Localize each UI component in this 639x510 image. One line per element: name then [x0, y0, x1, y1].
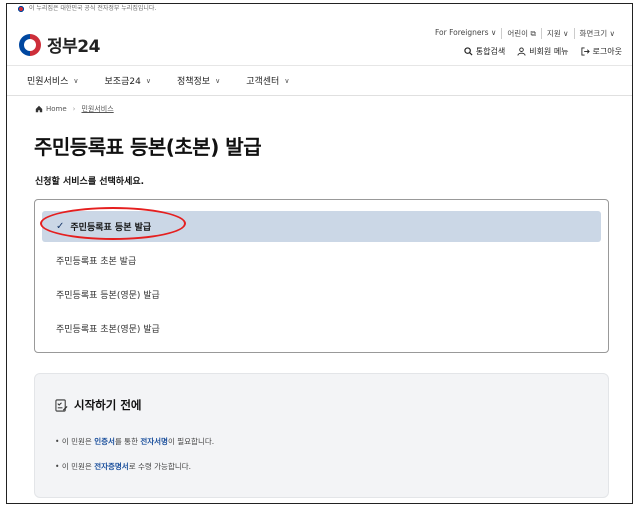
guest-menu-button[interactable]: 비회원 메뉴 — [517, 46, 569, 57]
check-icon: ✓ — [56, 221, 65, 232]
bullet-dot: • — [55, 437, 62, 446]
korea-flag-icon — [17, 5, 25, 12]
option-resident-copy-english[interactable]: 주민등록표 등본(영문) 발급 — [42, 279, 601, 310]
certificate-link[interactable]: 인증서 — [94, 437, 115, 446]
breadcrumb-current[interactable]: 민원서비스 — [81, 104, 113, 114]
bullet-e-certificate: • 이 민원은 전자증명서로 수령 가능합니다. — [55, 462, 192, 471]
e-certificate-link[interactable]: 전자증명서 — [94, 462, 129, 471]
home-icon — [35, 105, 43, 113]
chevron-down-icon: ∨ — [284, 76, 290, 85]
checklist-icon — [55, 398, 68, 412]
breadcrumb-home[interactable]: Home — [46, 105, 67, 113]
bullet-certificate: • 이 민원은 인증서를 통한 전자서명이 필요합니다. — [55, 437, 215, 446]
option-label: 주민등록표 등본 발급 — [70, 223, 152, 233]
logo[interactable]: 정부24 — [19, 32, 100, 57]
logout-label: 로그아웃 — [592, 47, 622, 56]
nav-item-customer-center[interactable]: 고객센터 ∨ — [246, 74, 290, 88]
gov-banner-text: 이 누리집은 대한민국 공식 전자정부 누리집입니다. — [29, 5, 157, 12]
option-label: 주민등록표 초본(영문) 발급 — [56, 325, 160, 335]
for-foreigners-link[interactable]: For Foreigners ∨ — [430, 28, 501, 39]
instruction-text: 신청할 서비스를 선택하세요. — [35, 177, 145, 187]
service-option-list: ✓ 주민등록표 등본 발급 주민등록표 초본 발급 주민등록표 등본(영문) 발… — [34, 199, 609, 353]
header-actions: 통합검색 비회원 메뉴 로그아웃 — [452, 46, 622, 57]
page-title: 주민등록표 등본(초본) 발급 — [34, 135, 262, 159]
e-signature-link[interactable]: 전자서명 — [140, 437, 168, 446]
screen-size-link[interactable]: 화면크기 ∨ — [573, 28, 620, 39]
kids-link[interactable]: 어린이 ⧉ — [501, 28, 540, 39]
option-resident-copy[interactable]: ✓ 주민등록표 등본 발급 — [42, 211, 601, 242]
user-icon — [517, 47, 526, 56]
taegeuk-logo-icon — [19, 33, 41, 56]
breadcrumb: Home › 민원서비스 — [35, 104, 114, 114]
logout-icon — [580, 47, 590, 56]
main-nav: 민원서비스 ∨ 보조금24 ∨ 정책정보 ∨ 고객센터 ∨ — [7, 66, 632, 96]
before-start-card: 시작하기 전에 • 이 민원은 인증서를 통한 전자서명이 필요합니다. • 이… — [34, 373, 609, 498]
bullet-dot: • — [55, 462, 62, 471]
nav-item-policy[interactable]: 정책정보 ∨ — [177, 74, 221, 88]
chevron-down-icon: ∨ — [145, 76, 151, 85]
option-resident-abstract[interactable]: 주민등록표 초본 발급 — [42, 245, 601, 276]
logout-button[interactable]: 로그아웃 — [580, 46, 622, 57]
chevron-down-icon: ∨ — [215, 76, 221, 85]
gov-banner: 이 누리집은 대한민국 공식 전자정부 누리집입니다. — [7, 4, 632, 16]
support-link[interactable]: 지원 ∨ — [540, 28, 574, 39]
guest-menu-label: 비회원 메뉴 — [529, 47, 569, 56]
option-label: 주민등록표 초본 발급 — [56, 257, 137, 267]
breadcrumb-separator-icon: › — [72, 105, 76, 113]
chevron-down-icon: ∨ — [73, 76, 79, 85]
nav-item-subsidy[interactable]: 보조금24 ∨ — [105, 74, 151, 88]
search-button-label: 통합검색 — [475, 47, 506, 56]
search-button[interactable]: 통합검색 — [464, 46, 505, 57]
before-start-title-text: 시작하기 전에 — [74, 398, 142, 412]
search-icon — [464, 47, 473, 56]
page-frame: 이 누리집은 대한민국 공식 전자정부 누리집입니다. 정부24 For For… — [6, 3, 633, 504]
utility-links: For Foreigners ∨ 어린이 ⧉ 지원 ∨ 화면크기 ∨ — [430, 28, 620, 39]
option-resident-abstract-english[interactable]: 주민등록표 초본(영문) 발급 — [42, 313, 601, 344]
before-start-title: 시작하기 전에 — [55, 397, 141, 413]
nav-item-civil-service[interactable]: 민원서비스 ∨ — [27, 74, 79, 88]
logo-text: 정부24 — [47, 37, 100, 57]
option-label: 주민등록표 등본(영문) 발급 — [56, 291, 160, 301]
header: 정부24 For Foreigners ∨ 어린이 ⧉ 지원 ∨ 화면크기 ∨ … — [7, 16, 632, 66]
